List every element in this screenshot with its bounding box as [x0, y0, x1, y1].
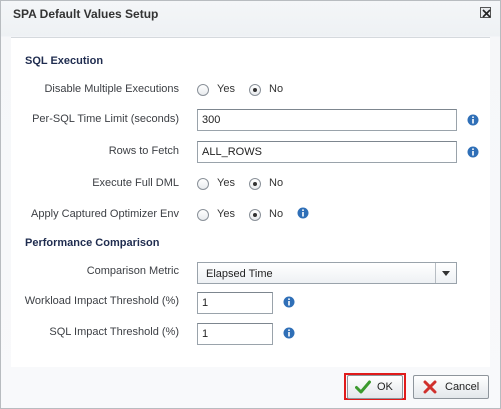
apply-captured-optimizer-env-no-label: No — [269, 208, 284, 220]
execute-full-dml-yes-label: Yes — [217, 177, 235, 189]
cancel-button[interactable]: Cancel — [413, 375, 489, 399]
disable-multiple-executions-no-label: No — [269, 83, 284, 95]
disable-multiple-executions-yes-label: Yes — [217, 83, 235, 95]
disable-multiple-executions-radio-group: Yes No — [197, 83, 297, 99]
info-icon[interactable] — [283, 296, 295, 308]
dialog-titlebar: SPA Default Values Setup — [1, 1, 500, 29]
execute-full-dml-radio-group: Yes No — [197, 177, 297, 193]
execute-full-dml-no-label: No — [269, 177, 284, 189]
rows-to-fetch-label: Rows to Fetch — [108, 145, 179, 157]
execute-full-dml-label: Execute Full DML — [92, 177, 179, 189]
workload-impact-threshold-label: Workload Impact Threshold (%) — [24, 295, 179, 307]
dialog-title: SPA Default Values Setup — [13, 7, 159, 21]
disable-multiple-executions-no-radio[interactable] — [249, 84, 261, 96]
execute-full-dml-yes-radio[interactable] — [197, 178, 209, 190]
info-icon[interactable] — [467, 114, 479, 126]
comparison-metric-value: Elapsed Time — [206, 268, 273, 280]
comparison-metric-select[interactable]: Elapsed Time — [197, 262, 457, 284]
rows-to-fetch-input[interactable] — [197, 141, 457, 163]
checkmark-icon — [355, 380, 371, 394]
close-icon — [482, 9, 491, 18]
comparison-metric-label: Comparison Metric — [86, 265, 179, 277]
chevron-down-icon[interactable] — [435, 263, 456, 283]
apply-captured-optimizer-env-yes-label: Yes — [217, 208, 235, 220]
per-sql-time-limit-input[interactable] — [197, 109, 457, 131]
cancel-button-label: Cancel — [445, 381, 480, 393]
apply-captured-optimizer-env-no-radio[interactable] — [249, 209, 261, 221]
execute-full-dml-no-radio[interactable] — [249, 178, 261, 190]
section-performance-comparison: Performance Comparison — [25, 237, 160, 249]
spa-default-values-dialog: SPA Default Values Setup SQL Execution D… — [0, 0, 501, 409]
info-icon[interactable] — [297, 207, 309, 219]
apply-captured-optimizer-env-label: Apply Captured Optimizer Env — [31, 208, 179, 220]
per-sql-time-limit-label: Per-SQL Time Limit (seconds) — [32, 113, 179, 125]
cancel-x-icon — [423, 380, 437, 394]
ok-button-label: OK — [377, 381, 393, 393]
section-sql-execution: SQL Execution — [25, 55, 104, 67]
info-icon[interactable] — [467, 146, 479, 158]
ok-button[interactable]: OK — [347, 375, 403, 399]
apply-captured-optimizer-env-yes-radio[interactable] — [197, 209, 209, 221]
sql-impact-threshold-input[interactable] — [197, 323, 273, 345]
info-icon[interactable] — [283, 327, 295, 339]
workload-impact-threshold-input[interactable] — [197, 292, 273, 314]
disable-multiple-executions-label: Disable Multiple Executions — [44, 83, 179, 95]
apply-captured-optimizer-env-radio-group: Yes No — [197, 208, 297, 224]
sql-impact-threshold-label: SQL Impact Threshold (%) — [49, 326, 179, 338]
close-button[interactable] — [480, 7, 491, 18]
disable-multiple-executions-yes-radio[interactable] — [197, 84, 209, 96]
